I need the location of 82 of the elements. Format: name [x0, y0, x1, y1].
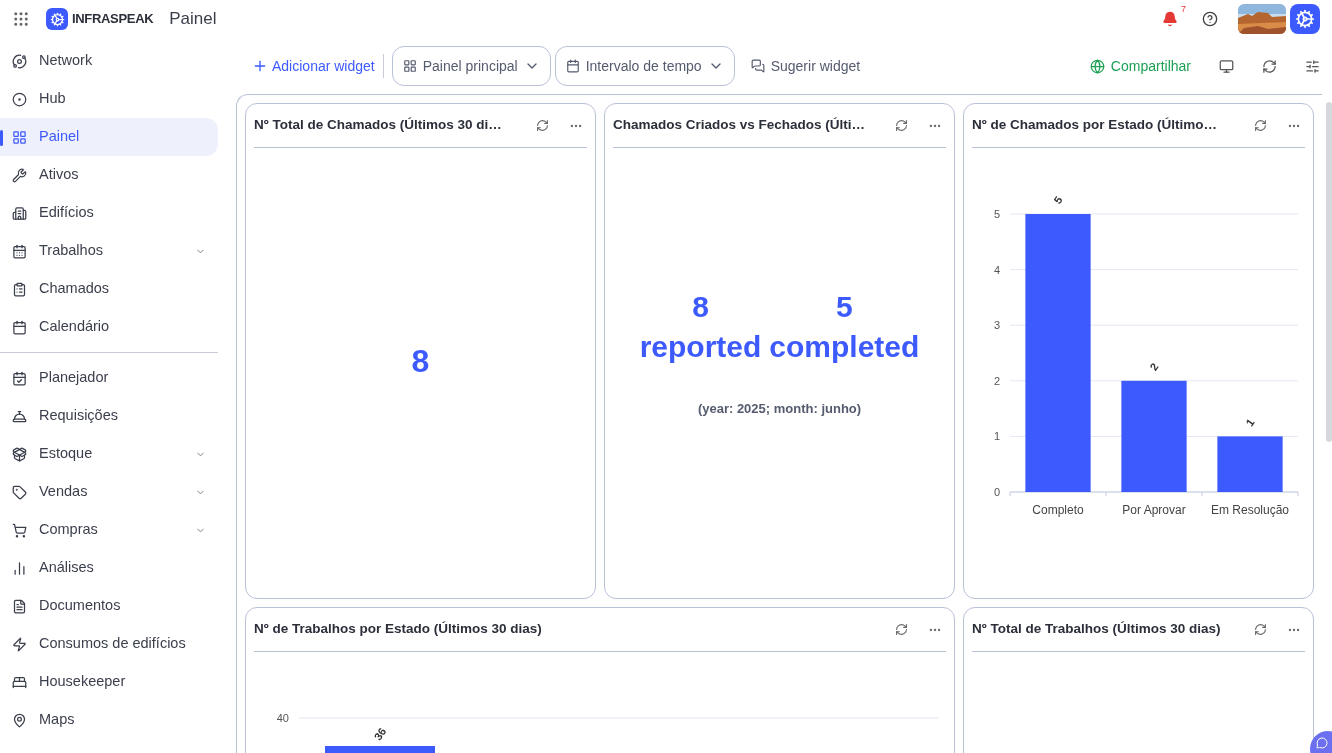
grid-icon	[402, 59, 417, 73]
sidebar-item[interactable]: Análises	[0, 549, 218, 587]
apps-menu-icon[interactable]	[12, 10, 30, 28]
metric-value: 5	[836, 289, 853, 326]
logo-icon	[46, 8, 68, 30]
refresh-icon[interactable]	[1262, 58, 1277, 74]
settings-icon[interactable]	[1305, 58, 1320, 74]
widget-title: Nº Total de Chamados (Últimos 30 di…	[254, 116, 503, 135]
nav-icon	[12, 129, 27, 145]
nav-icon	[12, 205, 27, 221]
nav-icon	[12, 522, 27, 538]
display-icon[interactable]	[1219, 58, 1234, 74]
sidebar-item[interactable]: Hub	[0, 80, 218, 118]
nav-icon	[12, 446, 27, 462]
sidebar-item[interactable]: Edifícios	[0, 194, 218, 232]
nav-icon	[12, 319, 27, 335]
nav-icon	[12, 53, 27, 69]
nav-icon	[12, 560, 27, 576]
sidebar-item[interactable]: Compras	[0, 511, 218, 549]
axis-tick-label: 3	[993, 319, 1000, 332]
sidebar-item[interactable]: Painel	[0, 118, 218, 156]
sidebar-item[interactable]: Maps	[0, 701, 218, 739]
chat-bubbles-icon	[750, 59, 765, 73]
nav-icon	[12, 674, 27, 690]
sidebar-item[interactable]: Vendas	[0, 473, 218, 511]
data-label: 2	[1147, 360, 1161, 373]
nav-icon	[12, 484, 27, 500]
axis-tick-label: 40	[276, 712, 289, 724]
nav-icon	[12, 370, 27, 386]
brand-name: INFRASPEAK	[72, 10, 154, 29]
sidebar-item[interactable]: Requisições	[0, 397, 218, 435]
data-label: 1	[1243, 416, 1257, 429]
metric-label: reported	[639, 329, 762, 366]
axis-tick-label: 4	[993, 263, 1000, 276]
nav-icon	[12, 636, 27, 652]
calendar-icon	[565, 59, 580, 73]
category-label: Completo	[1032, 503, 1084, 517]
dashboard-select[interactable]: Painel principal	[391, 46, 551, 86]
nav-icon	[12, 91, 27, 107]
widget-title: Nº Total de Trabalhos (Últimos 30 dias)	[972, 620, 1222, 639]
add-widget-button[interactable]: Adicionar widget	[252, 55, 375, 77]
metric-label: completed	[769, 329, 920, 366]
sidebar-item[interactable]: Planejador	[0, 359, 218, 397]
data-label: 5	[1051, 194, 1065, 206]
nav-icon	[12, 243, 27, 259]
data-label: 36	[371, 725, 389, 743]
help-icon[interactable]	[1202, 11, 1218, 27]
plus-icon	[252, 58, 268, 74]
suggest-widget-button[interactable]: Sugerir widget	[750, 55, 861, 77]
sidebar-item[interactable]: Calendário	[0, 308, 218, 346]
nav-icon	[12, 408, 27, 424]
period-note: (year: 2025; month: junho)	[697, 400, 862, 419]
axis-tick-label: 1	[993, 430, 1000, 443]
notification-count: 7	[1181, 3, 1186, 16]
nav-icon	[12, 167, 27, 183]
sidebar-item[interactable]: Ativos	[0, 156, 218, 194]
sidebar-item[interactable]: Trabalhos	[0, 232, 218, 270]
nav-icon	[12, 598, 27, 614]
sidebar-item[interactable]: Housekeeper	[0, 663, 218, 701]
sidebar-item[interactable]: Network	[0, 42, 218, 80]
widget-title: Nº de Chamados por Estado (Último…	[972, 116, 1218, 135]
page-title: Painel	[169, 8, 217, 31]
metric-value: 8	[692, 289, 709, 326]
nav-icon	[12, 281, 27, 297]
axis-tick-label: 0	[993, 486, 1000, 498]
bar	[1217, 436, 1283, 492]
axis-tick-label: 2	[993, 374, 1000, 387]
sidebar-item[interactable]: Estoque	[0, 435, 218, 473]
sidebar-item[interactable]: Chamados	[0, 270, 218, 308]
nav-icon	[12, 712, 27, 728]
globe-icon	[1089, 58, 1105, 74]
sidebar-item[interactable]: Consumos de edifícios	[0, 625, 218, 663]
time-range-select[interactable]: Intervalo de tempo	[554, 46, 735, 86]
category-label: Em Resolução	[1211, 503, 1289, 517]
widget-title: Chamados Criados vs Fechados (Últi…	[613, 116, 867, 135]
sidebar-item[interactable]: Documentos	[0, 587, 218, 625]
app-logo-icon[interactable]	[1290, 4, 1320, 34]
axis-tick-label: 5	[993, 208, 1000, 220]
widget-title: Nº de Trabalhos por Estado (Últimos 30 dias)	[254, 620, 543, 639]
share-button[interactable]: Compartilhar	[1089, 55, 1191, 77]
category-label: Por Aprovar	[1122, 503, 1186, 517]
metric-value: 8	[411, 342, 430, 381]
